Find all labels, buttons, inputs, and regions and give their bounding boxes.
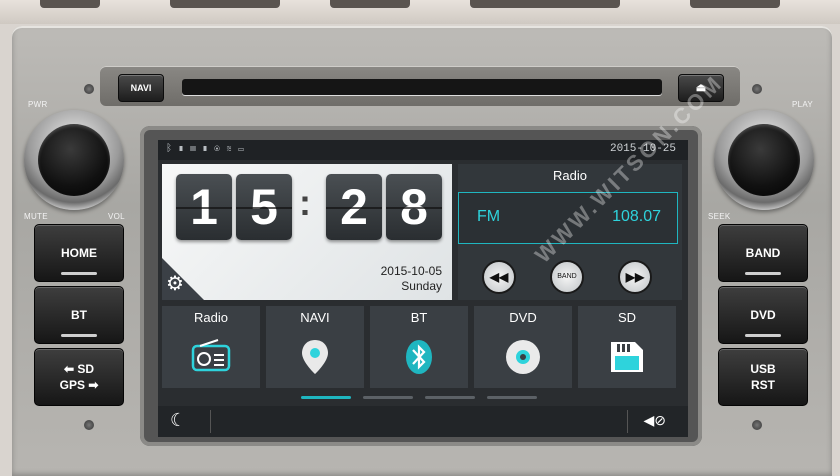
tile-bt[interactable]: BT [370,306,468,388]
tile-label: BT [410,310,428,325]
top-strip [0,0,840,24]
radio-title: Radio [553,168,587,183]
clock-widget[interactable]: 1 5 : 2 8 2015-10-05 Sunday ⚙ [162,164,452,300]
tile-label: DVD [509,310,537,325]
bluetooth-icon [406,340,432,374]
wifi-icon: ≋ [226,143,238,154]
home-button-label: HOME [61,246,97,260]
disc-icon: ◉ [214,143,226,154]
screw [84,84,94,94]
clock-weekday: Sunday [401,279,442,293]
rewind-icon: ◀◀ [489,270,509,284]
divider [210,410,211,433]
seek-knob[interactable] [714,110,814,210]
page-indicator[interactable] [487,396,537,399]
disc-slot [182,79,662,95]
sd-card-icon [611,342,643,372]
sd-card-icon: ▤ [190,143,202,154]
clock-date-block: 2015-10-05 Sunday [381,264,442,294]
bottom-bar: ☾ ◀⊘ [158,406,688,437]
clock-digit: 1 [176,174,232,240]
usb-icon: ▮ [202,143,214,154]
screw [752,84,762,94]
battery-icon: ▮ [178,143,190,154]
bt-button[interactable]: BT [34,286,124,344]
divider [627,410,628,433]
status-bar: ᛒ▮▤▮◉≋▭ 2015-10-25 [158,140,688,160]
tile-label: Radio [194,310,228,325]
band-button[interactable]: BAND [718,224,808,282]
tile-label: NAVI [300,310,330,325]
mute-icon[interactable]: ◀⊘ [644,412,667,429]
tile-radio[interactable]: Radio [162,306,260,388]
gear-icon[interactable]: ⚙ [166,274,184,294]
screw [752,420,762,430]
usb-rst-button[interactable]: USB RST [718,348,808,406]
arrow-left-icon: ⬅ [63,362,75,376]
usb-label: USB [750,362,776,376]
sd-gps-button[interactable]: ⬅ SD GPS ➡ [34,348,124,406]
clock-digit: 5 [236,174,292,240]
band-toggle-button[interactable]: BAND [550,260,584,294]
seek-forward-button[interactable]: ▶▶ [618,260,652,294]
clock-digit: 2 [326,174,382,240]
seek-back-button[interactable]: ◀◀ [482,260,516,294]
tile-dvd[interactable]: DVD [474,306,572,388]
hardware-navi-button[interactable]: NAVI [118,74,164,102]
page-indicator[interactable] [363,396,413,399]
radio-band: FM [477,208,501,225]
gps-label: GPS [59,378,85,392]
home-button[interactable]: HOME [34,224,124,282]
tile-navi[interactable]: NAVI [266,306,364,388]
clock-digit: 8 [386,174,442,240]
night-mode-icon[interactable]: ☾ [170,410,186,431]
disc-icon [506,340,540,374]
tile-sd[interactable]: SD [578,306,676,388]
page-indicator-active[interactable] [301,396,351,399]
bt-button-label: BT [71,308,87,322]
page-indicator[interactable] [425,396,475,399]
app-tiles: Radio NAVI BT DVD SD [162,306,688,390]
card-icon: ▭ [238,143,250,154]
radio-icon [191,339,231,372]
sd-gps-label: ⬅ SD GPS ➡ [60,361,99,393]
clock-separator: : [299,182,311,223]
status-icons: ᛒ▮▤▮◉≋▭ [166,143,250,154]
sd-label: SD [77,362,95,376]
mute-label: MUTE [24,212,48,221]
radio-frequency: 108.07 [612,208,661,225]
vol-label: VOL [108,212,125,221]
bluetooth-icon: ᛒ [166,143,178,154]
fast-forward-icon: ▶▶ [625,270,645,284]
volume-knob[interactable] [24,110,124,210]
rst-label: RST [751,378,775,392]
dvd-button[interactable]: DVD [718,286,808,344]
tile-label: SD [617,310,637,325]
screw [84,420,94,430]
arrow-right-icon: ➡ [88,378,99,392]
radio-controls: ◀◀ BAND ▶▶ [458,248,682,298]
map-pin-icon [302,340,328,374]
clock-date: 2015-10-05 [380,264,442,278]
seek-label: SEEK [708,212,731,221]
pwr-label: PWR [28,100,48,109]
usb-rst-label: USB RST [750,361,775,393]
dvd-button-label: DVD [750,308,776,322]
play-label: PLAY [792,100,814,109]
band-button-label: BAND [745,246,781,260]
